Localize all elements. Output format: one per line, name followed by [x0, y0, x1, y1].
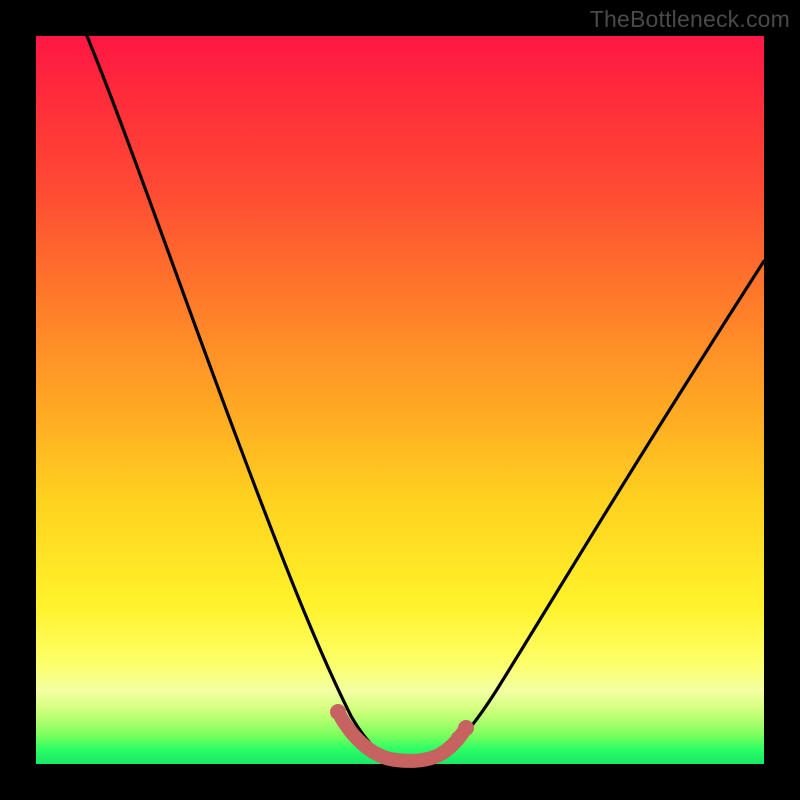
chart-frame: TheBottleneck.com: [0, 0, 800, 800]
watermark-text: TheBottleneck.com: [590, 6, 790, 33]
highlight-marker: [330, 704, 346, 720]
chart-svg: [36, 36, 764, 764]
highlight-marker: [458, 720, 474, 736]
plot-area: [36, 36, 764, 764]
curve-line: [87, 36, 764, 762]
